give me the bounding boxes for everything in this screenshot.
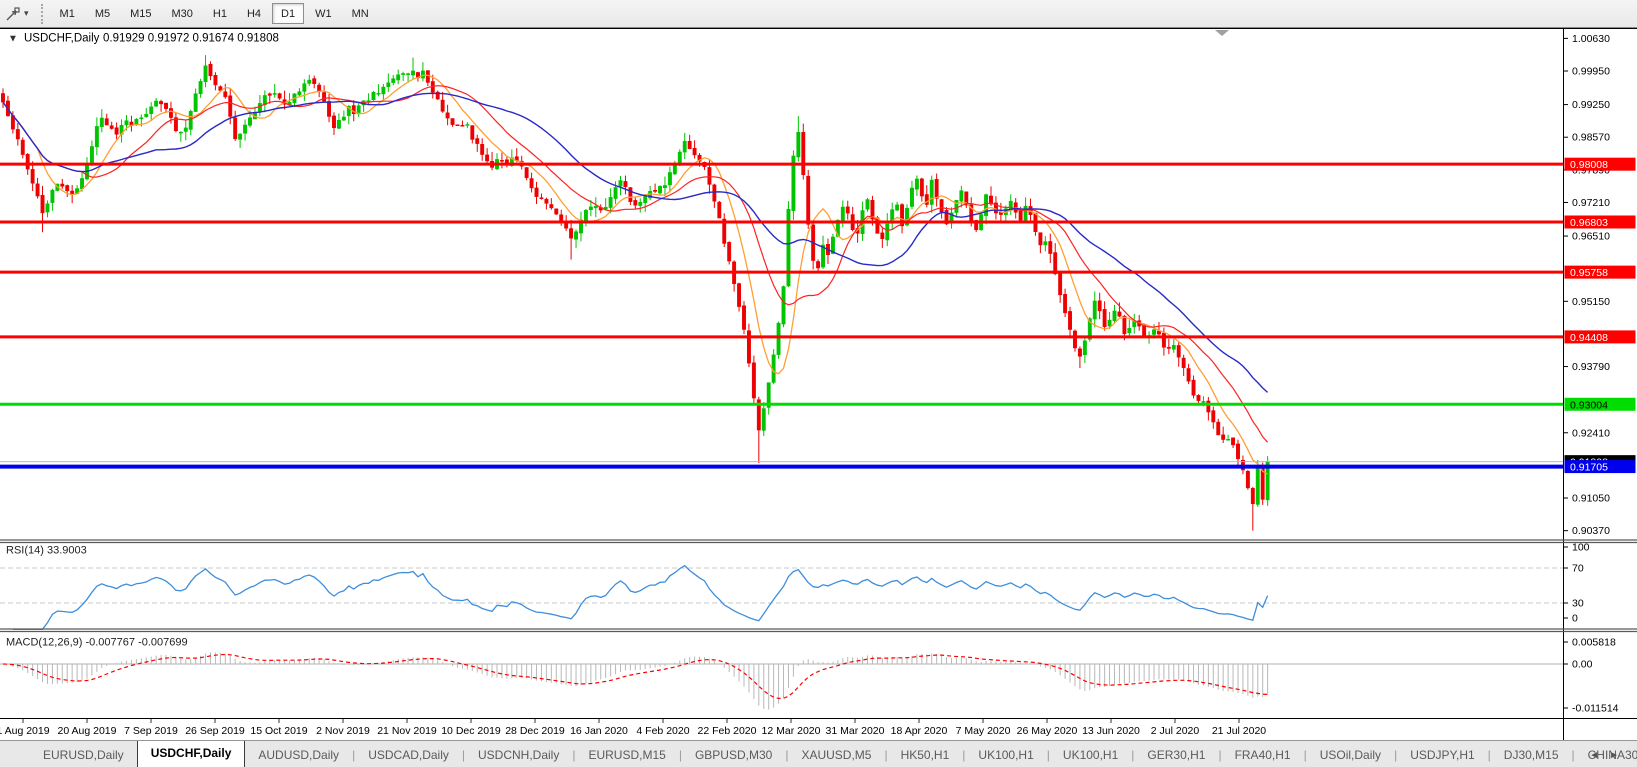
chart-tab-eurusd-m15[interactable]: EURUSD,M15 [575,744,678,767]
chart-area[interactable]: 1.006300.999500.992500.985700.978900.972… [0,28,1637,740]
tf-button-m1[interactable]: M1 [51,3,84,24]
svg-text:30: 30 [1572,598,1584,610]
svg-text:7 Sep 2019: 7 Sep 2019 [124,725,178,737]
svg-text:22 Feb 2020: 22 Feb 2020 [698,725,757,737]
svg-text:0.97210: 0.97210 [1572,197,1610,209]
svg-text:0.99950: 0.99950 [1572,66,1610,78]
tool-dropdown-caret-icon[interactable]: ▾ [24,8,29,19]
svg-text:70: 70 [1572,563,1584,575]
tf-button-h1[interactable]: H1 [204,3,236,24]
svg-text:13 Jun 2020: 13 Jun 2020 [1082,725,1140,737]
svg-text:18 Apr 2020: 18 Apr 2020 [891,725,948,737]
macd-indicator-label: MACD(12,26,9) -0.007767 -0.007699 [6,637,188,649]
svg-text:15 Oct 2019: 15 Oct 2019 [250,725,307,737]
trading-platform-window: ▾ M1 M5 M15 M30 H1 H4 D1 W1 MN 1.00630 0.99950 0.9… [0,0,1637,767]
chart-svg[interactable]: 1.006300.999500.992500.985700.978900.972… [0,28,1637,740]
svg-text:2 Jul 2020: 2 Jul 2020 [1151,725,1200,737]
chart-tab-usdcnh-daily[interactable]: USDCNH,Daily [465,744,572,767]
timeframe-toolbar: ▾ M1 M5 M15 M30 H1 H4 D1 W1 MN [0,0,1637,28]
tab-nav-right-icon[interactable]: ► [1609,750,1629,761]
svg-text:100: 100 [1572,542,1590,554]
svg-text:31 Mar 2020: 31 Mar 2020 [826,725,885,737]
chart-tab-eurusd-daily[interactable]: EURUSD,Daily [30,744,137,767]
timeframe-buttons: M1 M5 M15 M30 H1 H4 D1 W1 MN [50,3,379,24]
chart-title-symbol: USDCHF,Daily [24,33,100,45]
svg-text:21 Jul 2020: 21 Jul 2020 [1212,725,1266,737]
chart-title-ohlc: 0.91929 0.91972 0.91674 0.91808 [103,33,279,45]
svg-text:7 May 2020: 7 May 2020 [956,725,1011,737]
crosshair-glyph [6,6,20,20]
chart-symbol-dropdown-icon[interactable]: ▼ [8,34,18,45]
tf-button-m5[interactable]: M5 [86,3,119,24]
svg-text:26 May 2020: 26 May 2020 [1017,725,1078,737]
svg-text:20 Aug 2019: 20 Aug 2019 [58,725,117,737]
tf-button-mn[interactable]: MN [343,3,378,24]
svg-text:10 Dec 2019: 10 Dec 2019 [441,725,501,737]
rsi-indicator-label: RSI(14) 33.9003 [6,545,87,557]
chart-tab-ger30-h1[interactable]: GER30,H1 [1134,744,1218,767]
chart-tab-gbpusd-m30[interactable]: GBPUSD,M30 [682,744,785,767]
svg-text:0.90370: 0.90370 [1572,525,1610,537]
svg-text:0.98570: 0.98570 [1572,132,1610,144]
svg-text:0.92410: 0.92410 [1572,427,1610,439]
svg-text:0.98008: 0.98008 [1570,159,1608,171]
svg-text:0.93004: 0.93004 [1570,399,1608,411]
tf-button-m30[interactable]: M30 [163,3,202,24]
svg-text:0.91050: 0.91050 [1572,493,1610,505]
chart-tab-usdjpy-h1[interactable]: USDJPY,H1 [1397,744,1487,767]
svg-text:28 Dec 2019: 28 Dec 2019 [505,725,565,737]
chart-tab-fra40-h1[interactable]: FRA40,H1 [1222,744,1304,767]
chart-tab-xauusd-m5[interactable]: XAUUSD,M5 [788,744,884,767]
svg-text:0.005818: 0.005818 [1572,637,1616,649]
svg-text:0.99250: 0.99250 [1572,99,1610,111]
tf-button-d1[interactable]: D1 [272,3,305,24]
svg-text:-0.011514: -0.011514 [1572,703,1619,715]
chart-tab-usdchf-daily[interactable]: USDCHF,Daily [136,741,246,767]
svg-text:0: 0 [1572,613,1578,625]
chart-tab-dj30-m15[interactable]: DJ30,M15 [1491,744,1572,767]
svg-text:0.94408: 0.94408 [1570,332,1608,344]
chart-tab-audusd-daily[interactable]: AUDUSD,Daily [245,744,352,767]
svg-text:0.96803: 0.96803 [1570,217,1608,229]
svg-text:0.95758: 0.95758 [1570,267,1608,279]
svg-text:0.00: 0.00 [1572,659,1593,671]
tab-navigation: ◄► [1589,750,1629,761]
svg-text:21 Nov 2019: 21 Nov 2019 [377,725,437,737]
tf-button-w1[interactable]: W1 [306,3,341,24]
svg-text:2 Nov 2019: 2 Nov 2019 [316,725,370,737]
crosshair-tool-icon[interactable]: ▾ [2,4,32,24]
svg-text:0.95150: 0.95150 [1572,296,1610,308]
chart-tab-usdcad-daily[interactable]: USDCAD,Daily [355,744,462,767]
chart-tab-uk100-h1[interactable]: UK100,H1 [1050,744,1131,767]
tf-button-h4[interactable]: H4 [238,3,270,24]
chart-tab-uk100-h1[interactable]: UK100,H1 [965,744,1046,767]
svg-text:26 Sep 2019: 26 Sep 2019 [185,725,245,737]
chart-tab-usoil-daily[interactable]: USOil,Daily [1307,744,1394,767]
svg-text:1 Aug 2019: 1 Aug 2019 [0,725,50,737]
svg-text:12 Mar 2020: 12 Mar 2020 [762,725,821,737]
svg-text:16 Jan 2020: 16 Jan 2020 [570,725,628,737]
svg-text:4 Feb 2020: 4 Feb 2020 [636,725,689,737]
toolbar-grip-handle[interactable] [40,3,43,24]
svg-text:0.91705: 0.91705 [1570,462,1608,474]
tab-nav-left-icon[interactable]: ◄ [1589,750,1609,761]
chart-tab-hk50-h1[interactable]: HK50,H1 [888,744,963,767]
chart-tabs: EURUSD,Daily USDCHF,Daily AUDUSD,Daily | USD… [30,741,1637,767]
svg-text:0.93790: 0.93790 [1572,361,1610,373]
svg-text:0.96510: 0.96510 [1572,231,1610,243]
chart-tab-bar: EURUSD,Daily USDCHF,Daily AUDUSD,Daily | USD… [0,740,1637,767]
tf-button-m15[interactable]: M15 [121,3,160,24]
svg-text:1.00630: 1.00630 [1572,33,1610,45]
